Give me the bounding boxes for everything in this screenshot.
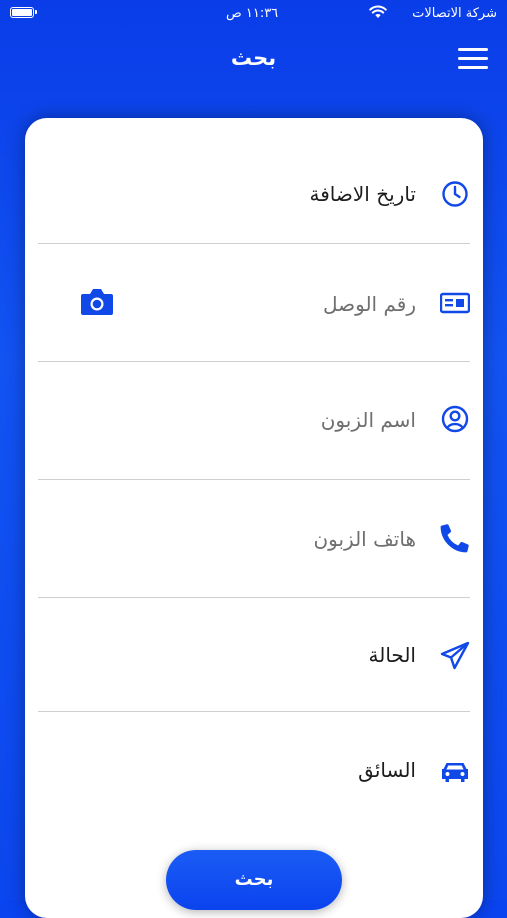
customer-phone-field[interactable]: هاتف الزبون [38, 480, 470, 598]
camera-icon[interactable] [80, 287, 114, 317]
customer-phone-label: هاتف الزبون [313, 527, 416, 551]
customer-name-field[interactable]: اسم الزبون [38, 362, 470, 480]
nav-bar: بحث [0, 28, 507, 92]
date-added-field[interactable]: تاريخ الاضافة [38, 126, 470, 244]
receipt-number-field[interactable]: رقم الوصل [38, 244, 470, 362]
id-card-icon [440, 292, 470, 314]
battery-icon [10, 7, 37, 18]
status-label: الحالة [368, 643, 416, 667]
paper-plane-icon [440, 641, 470, 670]
customer-name-label: اسم الزبون [320, 408, 416, 432]
phone-icon [440, 524, 469, 553]
car-icon [442, 763, 468, 782]
page-title: بحث [230, 46, 277, 70]
menu-icon[interactable] [458, 48, 488, 70]
search-button[interactable]: بحث [166, 850, 342, 910]
status-bar: شركة الاتصالات ١١:٣٦ ص [0, 0, 507, 28]
clock-icon [442, 181, 468, 207]
driver-field[interactable]: السائق [38, 712, 470, 830]
status-time: ١١:٣٦ ص [226, 6, 279, 21]
search-form-card: تاريخ الاضافة رقم الوصل اسم الزبون هاتف … [25, 118, 483, 918]
status-field[interactable]: الحالة [38, 598, 470, 712]
driver-label: السائق [358, 758, 416, 782]
date-added-label: تاريخ الاضافة [309, 182, 416, 206]
wifi-icon [369, 5, 387, 18]
carrier-name: شركة الاتصالات [412, 6, 497, 21]
user-circle-icon [441, 405, 469, 433]
receipt-number-label: رقم الوصل [323, 292, 416, 316]
